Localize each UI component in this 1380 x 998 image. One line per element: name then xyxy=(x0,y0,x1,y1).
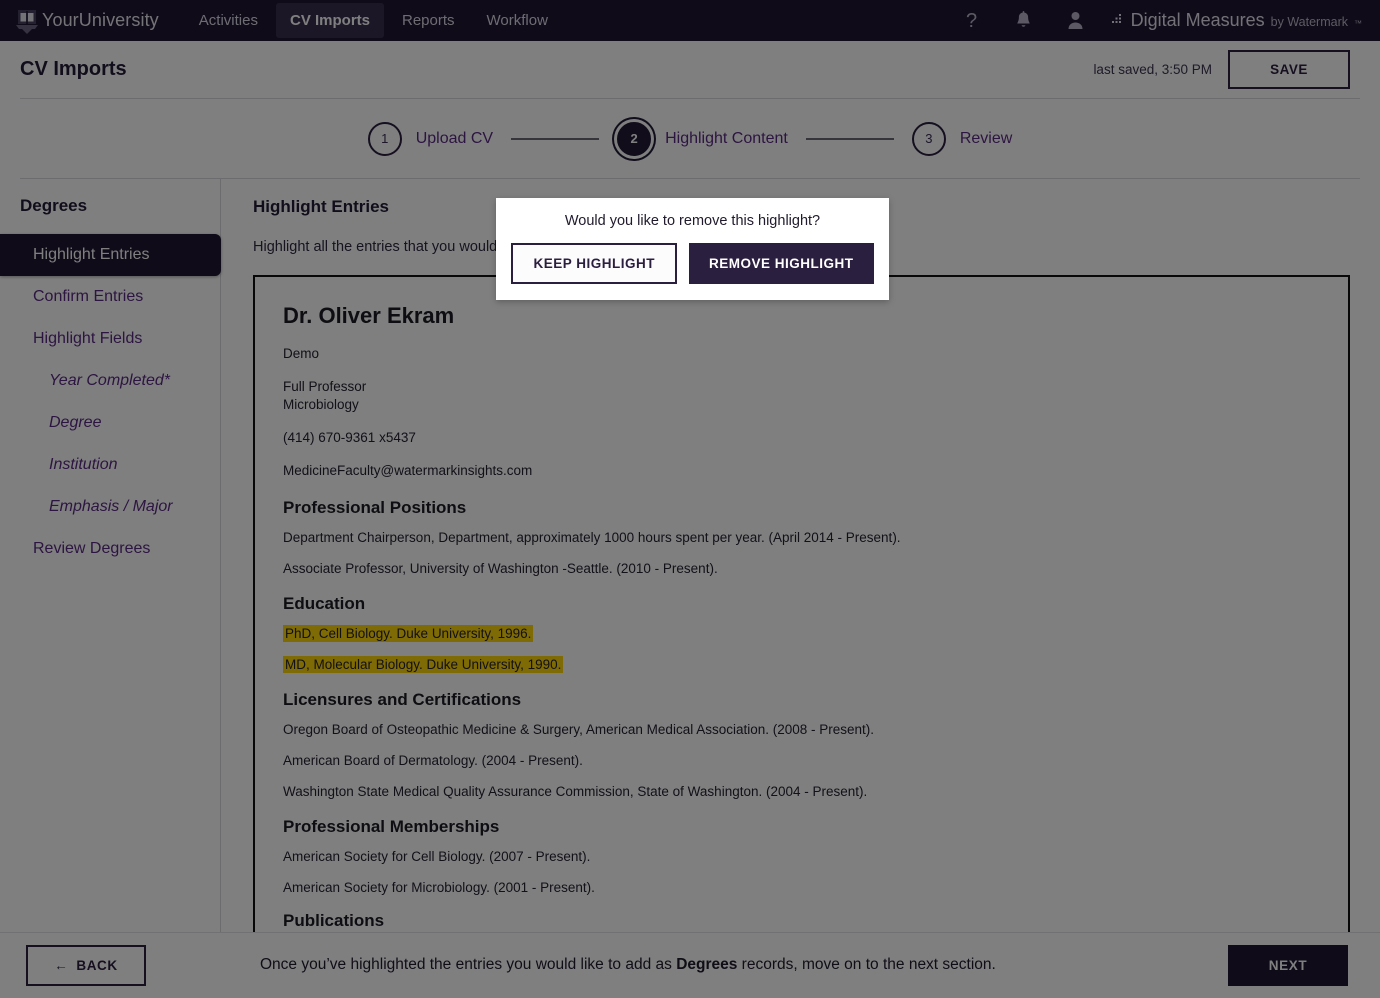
keep-highlight-button[interactable]: KEEP HIGHLIGHT xyxy=(511,243,677,284)
cv-imports-page: YourUniversity Activities CV Imports Rep… xyxy=(0,0,1380,998)
modal-overlay[interactable] xyxy=(0,0,1380,998)
dialog-actions: KEEP HIGHLIGHT REMOVE HIGHLIGHT xyxy=(511,243,874,284)
remove-highlight-button[interactable]: REMOVE HIGHLIGHT xyxy=(689,243,874,284)
dialog-message: Would you like to remove this highlight? xyxy=(564,213,821,229)
remove-highlight-dialog: Would you like to remove this highlight?… xyxy=(496,198,889,300)
